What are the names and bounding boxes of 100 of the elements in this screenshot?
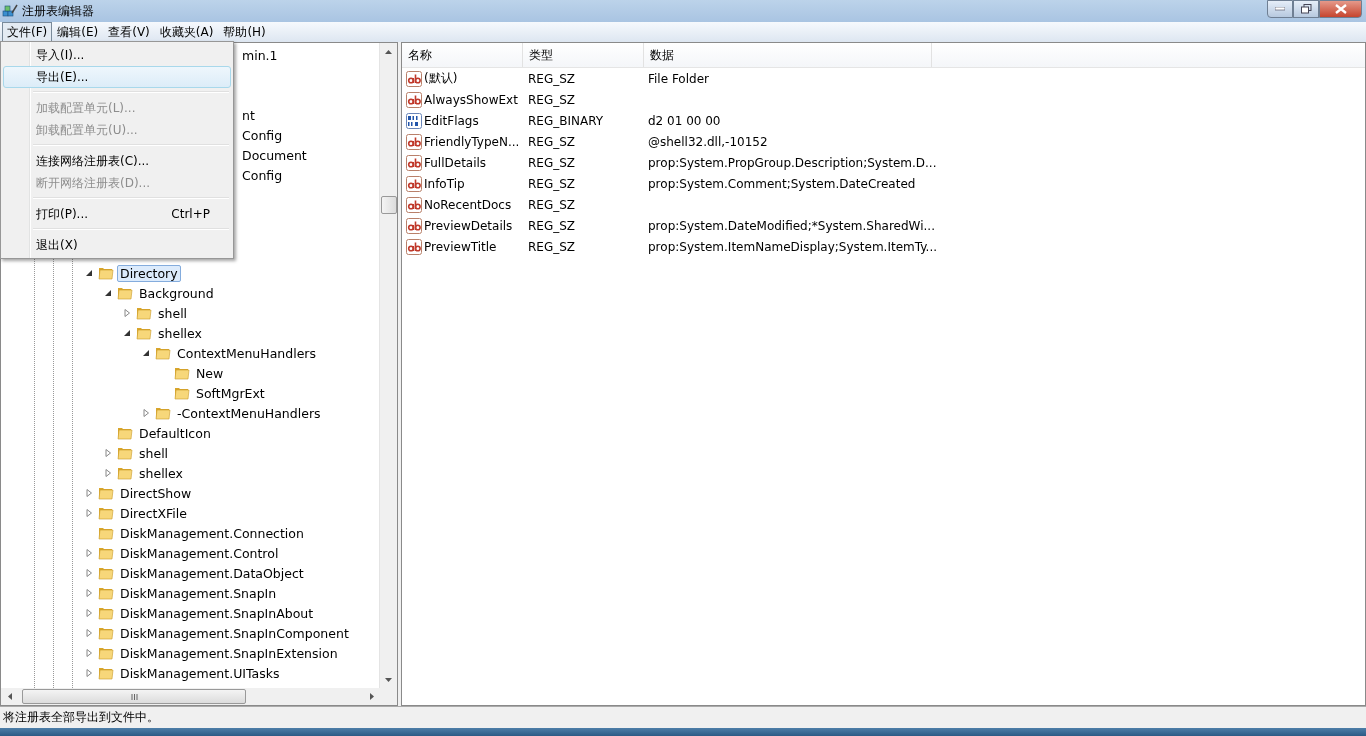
tree-item[interactable]: DirectShow — [117, 484, 195, 502]
horizontal-scrollbar[interactable] — [1, 688, 397, 705]
expanded-triangle-icon[interactable] — [142, 349, 150, 357]
column-header[interactable]: 数据 — [644, 43, 932, 67]
tree-item[interactable]: shell — [136, 444, 172, 462]
tree-item[interactable]: DirectXFile — [117, 504, 190, 522]
menu-bar-item[interactable]: 查看(V) — [103, 21, 155, 43]
tree-item[interactable]: Config — [242, 166, 379, 186]
folder-icon — [97, 665, 114, 681]
value-type: REG_SZ — [528, 71, 576, 86]
tree-item[interactable]: DiskManagement.Control — [117, 544, 282, 562]
value-type: REG_SZ — [528, 239, 576, 254]
value-type: REG_SZ — [528, 134, 576, 149]
tree-item[interactable]: DiskManagement.DataObject — [117, 564, 307, 582]
tree-item[interactable]: Directory — [117, 264, 181, 282]
folder-icon — [97, 545, 114, 561]
collapsed-triangle-icon[interactable] — [85, 589, 93, 597]
collapsed-triangle-icon[interactable] — [123, 309, 131, 317]
menu-item[interactable]: 连接网络注册表(C)... — [3, 150, 231, 172]
string-value-icon — [406, 175, 422, 192]
expanded-triangle-icon[interactable] — [104, 289, 112, 297]
tree-item[interactable]: DiskManagement.SnapInExtension — [117, 644, 341, 662]
folder-icon — [97, 485, 114, 501]
tree-item[interactable]: ContextMenuHandlers — [174, 344, 320, 362]
menu-item[interactable]: 导出(E)... — [3, 66, 231, 88]
expanded-triangle-icon[interactable] — [85, 269, 93, 277]
scroll-down-icon[interactable] — [385, 677, 392, 682]
menu-item[interactable]: 打印(P)... Ctrl+P — [3, 203, 231, 225]
tree-item[interactable]: shellex — [136, 464, 186, 482]
scrollbar-thumb[interactable] — [22, 689, 246, 704]
folder-icon — [154, 405, 171, 421]
folder-icon — [97, 265, 114, 281]
expanded-triangle-icon[interactable] — [123, 329, 131, 337]
value-name[interactable]: PreviewDetails — [424, 218, 513, 233]
value-name[interactable]: EditFlags — [424, 113, 479, 128]
binary-value-icon — [406, 112, 422, 129]
tree-item[interactable]: min.1 — [242, 46, 379, 66]
collapsed-triangle-icon[interactable] — [85, 669, 93, 677]
menu-item[interactable]: 退出(X) — [3, 234, 231, 256]
collapsed-triangle-icon[interactable] — [85, 609, 93, 617]
value-type: REG_SZ — [528, 176, 576, 191]
collapsed-triangle-icon[interactable] — [104, 469, 112, 477]
window-title: 注册表编辑器 — [22, 2, 94, 20]
minimize-icon — [1275, 7, 1285, 11]
folder-icon — [154, 345, 171, 361]
folder-icon — [116, 285, 133, 301]
value-name[interactable]: FullDetails — [424, 155, 487, 170]
tree-item[interactable]: -ContextMenuHandlers — [174, 404, 324, 422]
tree-item[interactable]: DiskManagement.SnapInComponent — [117, 624, 352, 642]
column-header[interactable]: 类型 — [523, 43, 644, 67]
value-name[interactable]: NoRecentDocs — [424, 197, 512, 212]
value-name[interactable]: PreviewTitle — [424, 239, 497, 254]
tree-item[interactable]: SoftMgrExt — [193, 384, 268, 402]
tree-item[interactable]: shell — [155, 304, 191, 322]
tree-item[interactable]: DiskManagement.SnapInAbout — [117, 604, 317, 622]
collapsed-triangle-icon[interactable] — [104, 449, 112, 457]
tree-item[interactable]: shellex — [155, 324, 205, 342]
shortcut-label: Ctrl+P — [171, 207, 210, 221]
collapsed-triangle-icon[interactable] — [85, 649, 93, 657]
collapsed-triangle-icon[interactable] — [85, 569, 93, 577]
collapsed-triangle-icon[interactable] — [85, 489, 93, 497]
value-data: @shell32.dll,-10152 — [648, 134, 768, 149]
tree-item[interactable]: Document — [242, 146, 379, 166]
collapsed-triangle-icon[interactable] — [142, 409, 150, 417]
value-name[interactable]: InfoTip — [424, 176, 465, 191]
value-type: REG_SZ — [528, 155, 576, 170]
tree-item[interactable]: New — [193, 364, 227, 382]
tree-item[interactable]: DefaultIcon — [136, 424, 214, 442]
tree-item[interactable]: DiskManagement.UITasks — [117, 664, 283, 682]
tree-item[interactable]: Config — [242, 126, 379, 146]
tree-item[interactable]: Background — [136, 284, 217, 302]
registry-cubes-icon — [2, 3, 18, 19]
close-icon — [1334, 4, 1347, 14]
value-data: prop:System.ItemNameDisplay;System.ItemTy... — [648, 239, 938, 254]
string-value-icon — [406, 238, 422, 255]
scroll-up-icon[interactable] — [385, 49, 392, 54]
tree-item[interactable]: nt — [242, 106, 379, 126]
collapsed-triangle-icon[interactable] — [85, 549, 93, 557]
value-type: REG_SZ — [528, 197, 576, 212]
collapsed-triangle-icon[interactable] — [85, 629, 93, 637]
close-button[interactable] — [1319, 0, 1362, 18]
menu-bar-item[interactable]: 收藏夹(A) — [154, 21, 219, 43]
vertical-scrollbar[interactable] — [379, 43, 397, 688]
scrollbar-thumb[interactable] — [381, 196, 397, 214]
collapsed-triangle-icon[interactable] — [85, 509, 93, 517]
folder-icon — [135, 325, 152, 341]
tree-item[interactable]: DiskManagement.SnapIn — [117, 584, 280, 602]
folder-icon — [173, 365, 190, 381]
value-name[interactable]: AlwaysShowExt — [424, 92, 518, 107]
restore-button[interactable] — [1293, 0, 1319, 18]
column-header[interactable]: 名称 — [402, 43, 523, 67]
tree-item[interactable]: DiskManagement.Connection — [117, 524, 307, 542]
scroll-left-icon[interactable] — [7, 693, 12, 700]
scroll-right-icon[interactable] — [369, 693, 374, 700]
value-type: REG_BINARY — [528, 113, 604, 128]
menu-bar-item[interactable]: 帮助(H) — [218, 21, 271, 43]
menu-bar-item[interactable]: 编辑(E) — [52, 21, 104, 43]
value-name[interactable]: (默认) — [424, 70, 458, 87]
menu-item[interactable]: 导入(I)... — [3, 44, 231, 66]
value-name[interactable]: FriendlyTypeN... — [424, 134, 520, 149]
